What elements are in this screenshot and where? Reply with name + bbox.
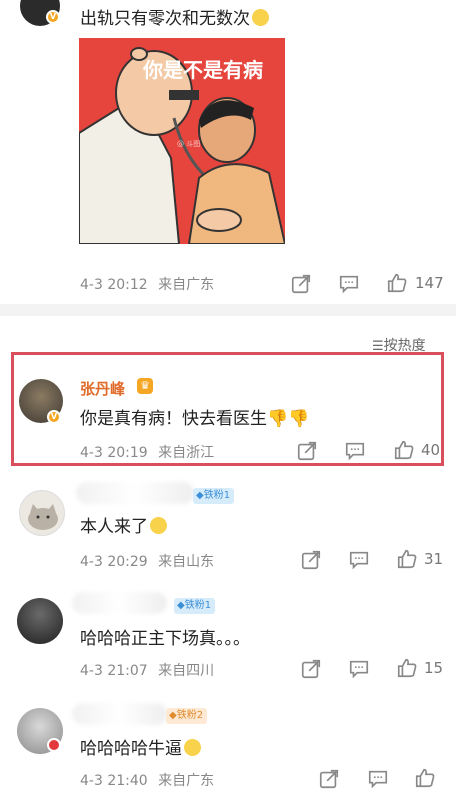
fan-badge: ◆铁粉1 xyxy=(193,488,235,504)
comment-text: 本人来了 xyxy=(80,512,167,537)
diamond-icon: ◆ xyxy=(196,490,204,501)
avatar[interactable] xyxy=(19,490,65,536)
crown-icon: ♛ xyxy=(137,378,153,394)
nickname[interactable]: 张丹峰 xyxy=(80,378,125,399)
avatar[interactable] xyxy=(17,598,63,644)
share-icon[interactable] xyxy=(290,273,312,295)
comment-icon[interactable] xyxy=(348,549,370,571)
fire-icon: ◆ xyxy=(169,710,177,721)
comment-text: 你是真有病！快去看医生👎👎 xyxy=(80,409,310,429)
verified-badge-icon: V xyxy=(47,410,61,424)
comment-meta: 4-3 20:12 来自广东 xyxy=(80,277,215,293)
like-icon[interactable] xyxy=(393,439,415,461)
cat-avatar-icon xyxy=(28,504,58,530)
like-count: 147 xyxy=(415,274,444,292)
like-count: 31 xyxy=(424,550,444,568)
like-count: 15 xyxy=(424,659,444,677)
smirk-emoji-icon xyxy=(150,517,167,534)
meme-watermark: @ 斗图 xyxy=(177,140,201,148)
laughing-emoji-icon xyxy=(184,739,201,756)
like-icon[interactable] xyxy=(396,548,418,570)
comment-meta: 4-3 21:40 来自广东 xyxy=(80,773,215,789)
like-icon[interactable] xyxy=(396,657,418,679)
blurred-username xyxy=(72,703,167,725)
rank-badge-icon xyxy=(47,738,61,752)
thumbs-down-emoji-icon: 👎👎 xyxy=(267,409,310,429)
comment-meta: 4-3 20:19 来自浙江 xyxy=(80,445,215,461)
share-icon[interactable] xyxy=(300,658,322,680)
section-divider xyxy=(0,304,456,316)
fan-badge: ◆铁粉2 xyxy=(166,708,208,724)
meme-image[interactable]: 你是不是有病 @ 斗图 xyxy=(79,38,285,244)
fan-badge: ◆铁粉1 xyxy=(174,598,216,614)
comment-icon[interactable] xyxy=(344,440,366,462)
comment-meta: 4-3 20:29 来自山东 xyxy=(80,554,215,570)
meme-caption: 你是不是有病 xyxy=(143,58,263,82)
like-icon[interactable] xyxy=(414,767,436,789)
share-icon[interactable] xyxy=(296,440,318,462)
blurred-username xyxy=(72,592,167,614)
comment-text: 哈哈哈哈牛逼 xyxy=(80,734,201,759)
like-icon[interactable] xyxy=(386,272,408,294)
comment-icon[interactable] xyxy=(338,273,360,295)
blurred-username xyxy=(76,482,194,504)
like-count: 40 xyxy=(421,441,441,459)
share-icon[interactable] xyxy=(300,549,322,571)
comment-icon[interactable] xyxy=(348,658,370,680)
smile-emoji-icon xyxy=(252,9,269,26)
comment-text: 出轨只有零次和无数次 xyxy=(80,4,269,29)
comment-meta: 4-3 21:07 来自四川 xyxy=(80,663,215,679)
comment-icon[interactable] xyxy=(367,768,389,790)
comment-text: 哈哈哈正主下场真。。。 xyxy=(80,629,250,649)
verified-badge-icon: V xyxy=(46,10,60,24)
share-icon[interactable] xyxy=(318,768,340,790)
diamond-icon: ◆ xyxy=(177,600,185,611)
